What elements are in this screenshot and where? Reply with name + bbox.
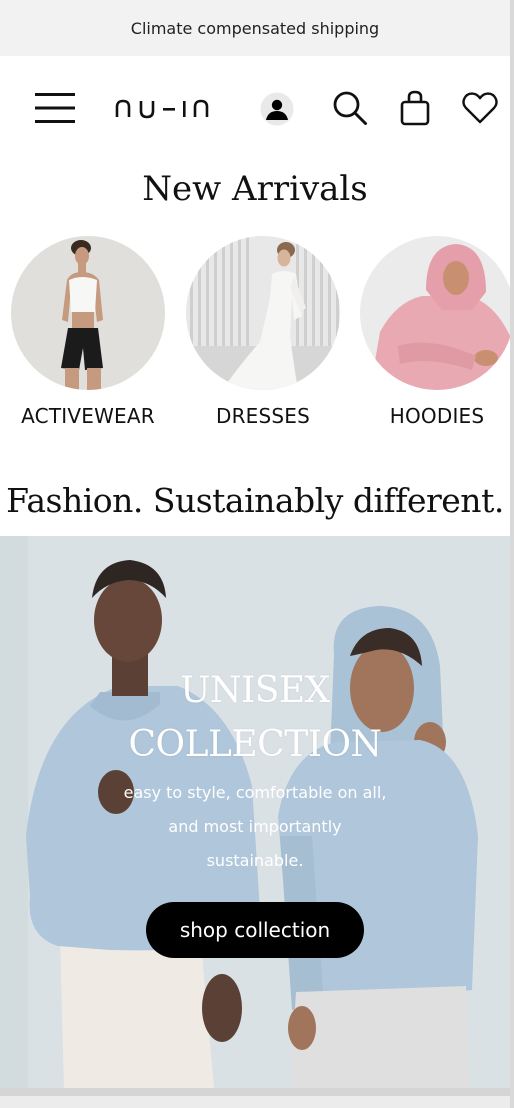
- section-title: New Arrivals: [142, 169, 368, 209]
- tagline: Fashion. Sustainably different.: [6, 481, 504, 520]
- search-icon: [333, 91, 367, 125]
- account-icon: [260, 92, 294, 126]
- category-label[interactable]: HOODIES: [357, 404, 510, 428]
- hero-title-line: UNISEX: [180, 670, 330, 711]
- next-section-peek: [0, 1088, 510, 1108]
- category-image[interactable]: [11, 236, 165, 390]
- category-activewear[interactable]: ACTIVEWEAR: [8, 236, 168, 428]
- scrollbar[interactable]: [510, 0, 514, 1108]
- page: Climate compensated shipping New Arrival…: [0, 0, 510, 1108]
- category-hoodies[interactable]: HOODIES: [357, 236, 510, 428]
- hero-title: UNISEX COLLECTION: [0, 664, 510, 772]
- wishlist-button[interactable]: [458, 86, 502, 130]
- heart-icon: [462, 92, 498, 124]
- category-dresses[interactable]: DRESSES: [183, 236, 343, 428]
- hero-subtitle: easy to style, comfortable on all, and m…: [0, 776, 510, 878]
- logo[interactable]: [108, 86, 218, 130]
- announcement-bar: Climate compensated shipping: [0, 0, 510, 56]
- menu-button[interactable]: [30, 86, 80, 130]
- category-label[interactable]: ACTIVEWEAR: [8, 404, 168, 428]
- account-button[interactable]: [257, 89, 297, 129]
- announcement-text: Climate compensated shipping: [130, 18, 380, 38]
- hero-subtitle-line: easy to style, comfortable on all,: [123, 783, 387, 802]
- divider: [0, 1088, 510, 1096]
- category-label[interactable]: DRESSES: [183, 404, 343, 428]
- bag-icon: [400, 90, 430, 126]
- category-image[interactable]: [360, 236, 510, 390]
- logo-mark: [115, 99, 209, 119]
- shop-collection-button[interactable]: shop collection: [146, 902, 364, 958]
- search-button[interactable]: [328, 86, 372, 130]
- site-header: [0, 56, 510, 162]
- bag-button[interactable]: [394, 86, 436, 130]
- hero-banner[interactable]: UNISEX COLLECTION easy to style, comfort…: [0, 536, 510, 1088]
- hero-subtitle-line: and most importantly: [168, 817, 342, 836]
- category-image[interactable]: [186, 236, 340, 390]
- hero-subtitle-line: sustainable.: [206, 851, 304, 870]
- hero-title-line: COLLECTION: [128, 724, 382, 765]
- menu-icon: [35, 93, 75, 123]
